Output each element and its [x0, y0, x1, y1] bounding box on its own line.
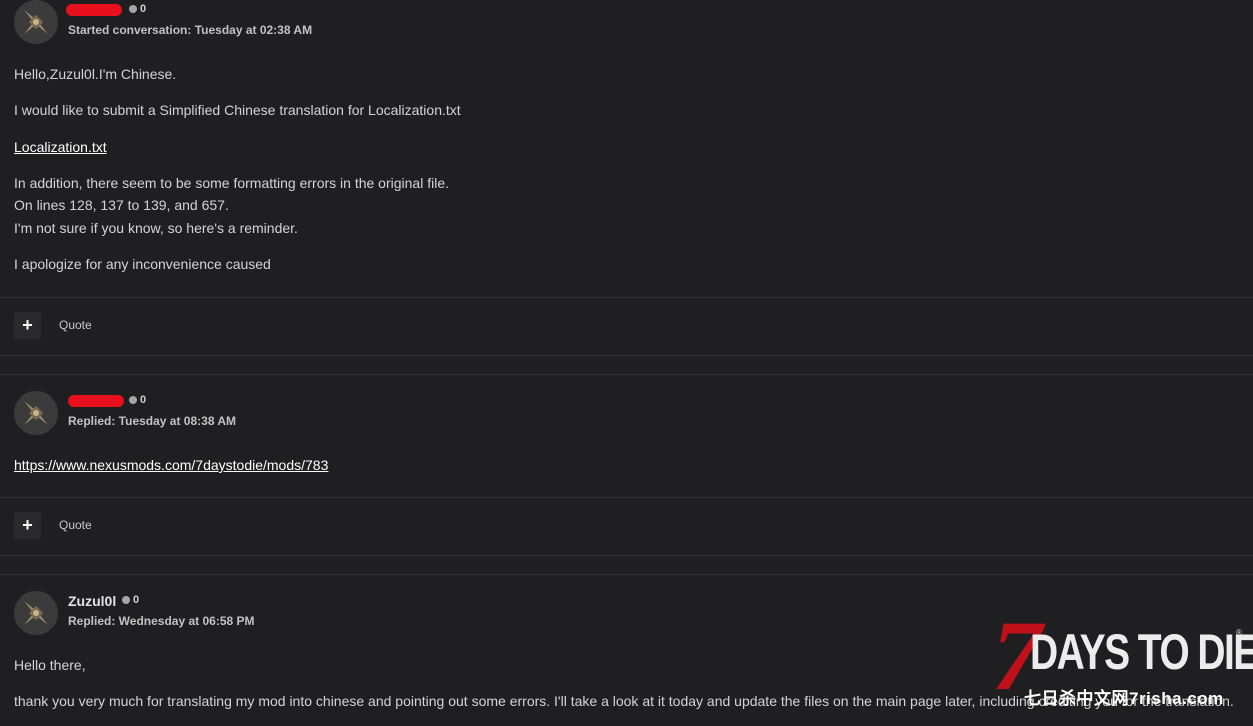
reaction-count: 0: [129, 394, 146, 406]
reaction-count: 0: [129, 3, 146, 15]
reaction-dot-icon: [129, 5, 137, 13]
7-days-to-die-logo: 7 DAYS TO DIE ® 七日杀中文网7risha.com: [992, 606, 1253, 716]
divider: [0, 555, 1253, 556]
divider: [0, 497, 1253, 498]
avatar-icon: [14, 391, 58, 435]
redacted-author-name: [66, 4, 122, 16]
post-separator: [0, 574, 1253, 575]
post-meta: Replied: Wednesday at 06:58 PM: [68, 614, 255, 628]
divider: [0, 297, 1253, 298]
avatar-icon: [14, 0, 58, 44]
quote-button[interactable]: Quote: [59, 518, 92, 532]
logo-title: DAYS TO DIE: [1030, 624, 1253, 680]
avatar[interactable]: [14, 0, 58, 44]
nexusmods-link[interactable]: https://www.nexusmods.com/7daystodie/mod…: [14, 457, 328, 473]
author-name[interactable]: Zuzul0l: [68, 593, 116, 609]
logo-registered-mark: ®: [1236, 628, 1242, 637]
post-meta: Started conversation: Tuesday at 02:38 A…: [68, 23, 313, 37]
post-2: 0 Replied: Tuesday at 08:38 AM https://w…: [0, 390, 1253, 556]
paragraph: Hello there,: [14, 657, 86, 673]
avatar[interactable]: [14, 391, 58, 435]
post-1: 0 Started conversation: Tuesday at 02:38…: [0, 0, 1253, 356]
react-plus-button[interactable]: +: [14, 312, 41, 339]
reaction-dot-icon: [129, 396, 137, 404]
paragraph: I'm not sure if you know, so here's a re…: [14, 220, 298, 236]
avatar-icon: [14, 591, 58, 635]
redacted-author-name: [68, 395, 124, 407]
post-meta: Replied: Tuesday at 08:38 AM: [68, 414, 237, 428]
paragraph: Hello,Zuzul0l.I'm Chinese.: [14, 66, 177, 82]
quote-button[interactable]: Quote: [59, 318, 92, 332]
paragraph: I would like to submit a Simplified Chin…: [14, 102, 461, 118]
paragraph: In addition, there seem to be some forma…: [14, 175, 449, 191]
paragraph: I apologize for any inconvenience caused: [14, 256, 271, 272]
logo-subtitle: 七日杀中文网7risha.com: [1024, 689, 1224, 708]
attachment-link[interactable]: Localization.txt: [14, 139, 107, 155]
avatar[interactable]: [14, 591, 58, 635]
react-plus-button[interactable]: +: [14, 512, 41, 539]
reaction-dot-icon: [122, 596, 130, 604]
divider: [0, 355, 1253, 356]
reaction-count: 0: [122, 594, 139, 606]
post-separator: [0, 374, 1253, 375]
paragraph: On lines 128, 137 to 139, and 657.: [14, 197, 229, 213]
